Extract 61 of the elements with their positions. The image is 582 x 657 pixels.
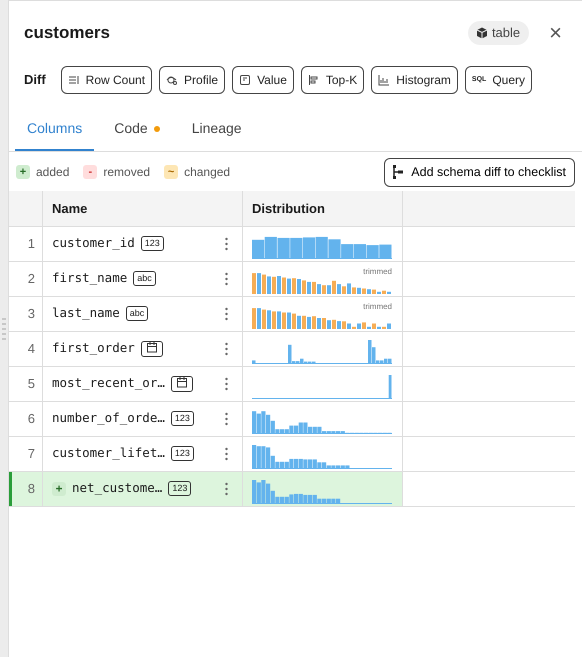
number-type-badge: 123 (168, 481, 192, 496)
text-type-badge: abc (133, 271, 156, 286)
column-name: customer_lifet… (52, 444, 165, 462)
trimmed-note: trimmed (363, 266, 392, 278)
row-number: 1 (9, 226, 43, 262)
column-header: Name (43, 190, 243, 227)
panel-title: customers (24, 22, 110, 44)
more-icon[interactable] (225, 236, 228, 251)
column-name: first_name (52, 269, 128, 288)
type-chip: table (468, 21, 530, 45)
column-name: customer_id (52, 234, 135, 252)
column-name: net_custome… (72, 479, 162, 498)
legend-marker: + (16, 165, 30, 180)
tree-icon (393, 165, 404, 180)
diff-top-k-button[interactable]: Top-K (300, 66, 364, 94)
diff-value-button[interactable]: Value (232, 66, 294, 94)
column-name: first_order (52, 339, 135, 358)
more-icon[interactable] (225, 306, 228, 321)
more-icon[interactable] (225, 376, 228, 391)
eye-search-icon (166, 74, 178, 86)
row-number: 3 (9, 296, 43, 332)
diff-row-count-button[interactable]: Row Count (60, 66, 152, 94)
diff-label: Diff (24, 71, 46, 90)
tab[interactable]: Lineage (180, 110, 254, 151)
row-number: 5 (9, 366, 43, 402)
added-marker: + (52, 482, 66, 496)
column-header: Distribution (243, 190, 403, 227)
more-icon[interactable] (225, 342, 228, 356)
more-icon[interactable] (225, 482, 228, 496)
legend-label: changed (184, 164, 230, 182)
number-type-badge: 123 (170, 411, 194, 426)
list-icon (68, 74, 80, 86)
diff-profile-button[interactable]: Profile (159, 66, 226, 94)
row-number: 2 (9, 262, 43, 297)
document-icon (239, 74, 252, 86)
number-type-badge: 123 (140, 236, 164, 252)
close-button[interactable]: × (545, 22, 566, 44)
diff-histogram-button[interactable]: Histogram (371, 66, 458, 94)
cube-icon (476, 27, 488, 39)
text-type-badge: abc (126, 306, 148, 322)
more-icon[interactable] (225, 446, 228, 461)
legend-label: removed (103, 164, 150, 182)
more-icon[interactable] (225, 412, 228, 426)
row-number: 6 (9, 402, 43, 437)
legend-label: added (36, 164, 70, 182)
add-to-checklist-button[interactable]: Add schema diff to checklist (384, 158, 575, 187)
legend-marker: ~ (164, 165, 178, 180)
column-name: most_recent_or… (52, 374, 165, 392)
column-name: last_name (52, 304, 120, 322)
histogram-icon (378, 74, 390, 86)
number-type-badge: 123 (170, 446, 194, 462)
tab[interactable]: Code (102, 110, 172, 151)
row-number: 8 (9, 472, 43, 507)
more-icon[interactable] (225, 272, 228, 286)
legend-marker: - (83, 165, 98, 180)
column-name: number_of_orde… (52, 409, 165, 428)
row-number: 4 (9, 332, 43, 367)
trimmed-note: trimmed (363, 300, 392, 313)
drag-handle-icon[interactable] (2, 316, 6, 340)
bar-chart-icon (308, 74, 320, 86)
tab[interactable]: Columns (15, 110, 94, 151)
